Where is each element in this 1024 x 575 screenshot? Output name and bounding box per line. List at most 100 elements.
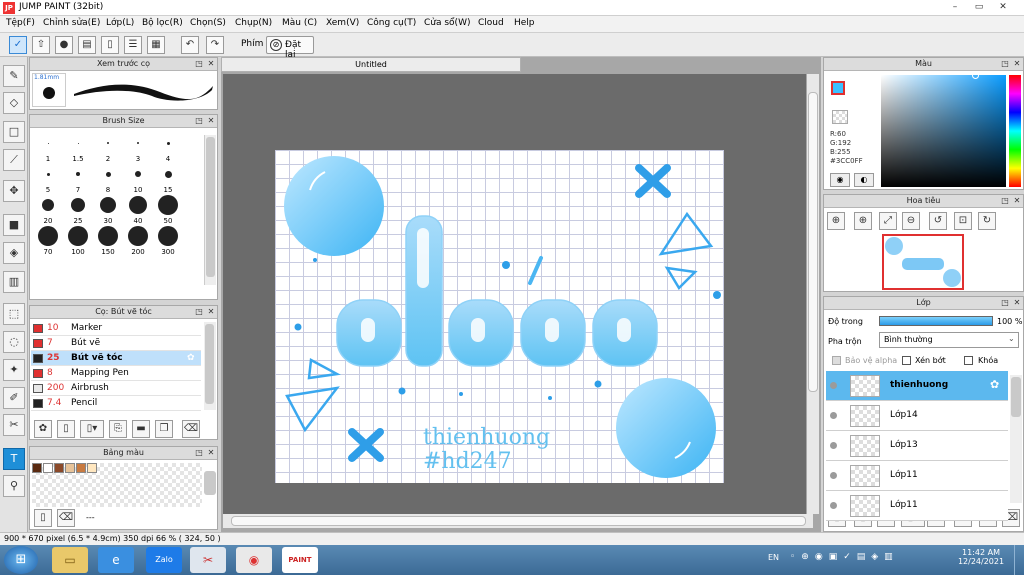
float-icon[interactable]: ◳ xyxy=(1000,59,1010,69)
brush-list-item[interactable]: 25 Bút vẽ tóc ✿ xyxy=(31,351,201,366)
float-icon[interactable]: ◳ xyxy=(194,448,204,458)
brush-size-option[interactable]: 7 xyxy=(63,164,93,194)
menu-item[interactable]: Màu (C) xyxy=(282,18,317,28)
text-tool-icon[interactable]: T xyxy=(3,448,25,470)
brush-size-option[interactable]: 3 xyxy=(123,133,153,163)
protect-alpha-checkbox[interactable] xyxy=(832,356,841,365)
vertical-scrollbar[interactable] xyxy=(807,74,819,514)
undo-icon[interactable]: ↶ xyxy=(181,36,199,54)
brush-size-option[interactable]: 5 xyxy=(33,164,63,194)
brush-size-option[interactable]: 8 xyxy=(93,164,123,194)
palette-swatch[interactable] xyxy=(43,463,53,473)
jump-paint-icon[interactable]: PAINT xyxy=(282,547,318,573)
brush-tool-icon[interactable]: ✎ xyxy=(3,65,25,87)
magic-wand-tool-icon[interactable]: ✦ xyxy=(3,359,25,381)
show-desktop-button[interactable] xyxy=(1014,545,1024,575)
brush-size-scrollbar[interactable] xyxy=(204,135,216,285)
reset-view-icon[interactable]: ⊡ xyxy=(954,212,972,230)
new-brush-icon[interactable]: ▯ xyxy=(57,420,75,438)
fit-window-icon[interactable]: ⤢ xyxy=(879,212,897,230)
panel-close-icon[interactable]: ✕ xyxy=(206,59,216,69)
brush-list-item[interactable]: 8 Mapping Pen xyxy=(31,366,201,381)
panel-close-icon[interactable]: ✕ xyxy=(206,448,216,458)
trash-icon[interactable]: ⌫ xyxy=(182,420,200,438)
rect-tool-icon[interactable]: □ xyxy=(3,121,25,143)
panel-close-icon[interactable]: ✕ xyxy=(1012,298,1022,308)
rotate-left-icon[interactable]: ↺ xyxy=(929,212,947,230)
gear-icon[interactable]: ✿ xyxy=(187,351,195,365)
picker-cursor[interactable] xyxy=(972,72,979,79)
layer-row[interactable]: Lớp11 xyxy=(826,491,1008,521)
scissors-icon[interactable]: ✂ xyxy=(190,547,226,573)
visibility-icon[interactable] xyxy=(830,472,837,479)
brush-size-option[interactable]: 70 xyxy=(33,226,63,256)
scroll-thumb[interactable] xyxy=(808,92,818,392)
eyedropper-icon[interactable]: ◉ xyxy=(830,173,850,187)
fill-rect-tool-icon[interactable]: ■ xyxy=(3,214,25,236)
brush-size-option[interactable]: 200 xyxy=(123,226,153,256)
close-button[interactable]: ✕ xyxy=(992,0,1014,14)
minimize-button[interactable]: – xyxy=(944,0,966,14)
menu-item[interactable]: Công cụ(T) xyxy=(367,18,416,28)
brush-size-option[interactable]: 25 xyxy=(63,195,93,225)
palette-swatch[interactable] xyxy=(87,463,97,473)
visibility-icon[interactable] xyxy=(830,442,837,449)
select-pen-tool-icon[interactable]: ✐ xyxy=(3,387,25,409)
gear-icon[interactable]: ✿ xyxy=(990,378,999,391)
lasso-tool-icon[interactable]: ◌ xyxy=(3,331,25,353)
palette-scroll-thumb[interactable] xyxy=(204,471,216,495)
layer-scrollbar[interactable] xyxy=(1010,375,1022,503)
brush-list-item[interactable]: 200 Airbrush xyxy=(31,381,201,396)
rotate-right-icon[interactable]: ↻ xyxy=(978,212,996,230)
transparent-swatch[interactable] xyxy=(832,110,848,124)
navigator-thumbnail[interactable] xyxy=(882,234,964,290)
chat-icon[interactable]: ▤ xyxy=(78,36,96,54)
panel-close-icon[interactable]: ✕ xyxy=(206,307,216,317)
scroll-thumb[interactable] xyxy=(231,516,806,526)
share-icon[interactable]: ⇧ xyxy=(32,36,50,54)
zalo-icon[interactable]: Zalo xyxy=(146,547,182,573)
start-button[interactable]: ⊞ xyxy=(4,546,38,574)
redo-icon[interactable]: ↷ xyxy=(206,36,224,54)
palette-swatch[interactable] xyxy=(32,463,42,473)
float-icon[interactable]: ◳ xyxy=(194,307,204,317)
zoom-fit-icon[interactable]: ⊕ xyxy=(854,212,872,230)
select-eraser-tool-icon[interactable]: ✂ xyxy=(3,414,25,436)
comment-icon[interactable]: ● xyxy=(55,36,73,54)
scroll-thumb[interactable] xyxy=(205,324,214,404)
list-icon[interactable]: ☰ xyxy=(124,36,142,54)
layer-row[interactable]: Lớp13 xyxy=(826,431,1008,461)
internet-explorer-icon[interactable]: e xyxy=(98,547,134,573)
zoom-in-icon[interactable]: ⊕ xyxy=(827,212,845,230)
menu-item[interactable]: Xem(V) xyxy=(326,18,359,28)
saturation-brightness-picker[interactable] xyxy=(881,72,1006,187)
select-rect-tool-icon[interactable]: ⬚ xyxy=(3,303,25,325)
menu-item[interactable]: Cửa sổ(W) xyxy=(424,18,470,28)
gradient-tool-icon[interactable]: ▥ xyxy=(3,271,25,293)
brush-size-option[interactable]: 1.5 xyxy=(63,133,93,163)
float-icon[interactable]: ◳ xyxy=(194,116,204,126)
panel-close-icon[interactable]: ✕ xyxy=(206,116,216,126)
visibility-icon[interactable] xyxy=(830,502,837,509)
panel-close-icon[interactable]: ✕ xyxy=(1012,196,1022,206)
brush-size-option[interactable]: 50 xyxy=(153,195,183,225)
brush-settings-icon[interactable]: ✿ xyxy=(34,420,52,438)
brush-list-item[interactable]: 7.4 Pencil xyxy=(31,396,201,411)
panel-close-icon[interactable]: ✕ xyxy=(1012,59,1022,69)
brush-size-option[interactable]: 2 xyxy=(93,133,123,163)
duplicate-icon[interactable]: ❐ xyxy=(155,420,173,438)
copy-brush-icon[interactable]: ⎘ xyxy=(109,420,127,438)
brush-size-option[interactable]: 4 xyxy=(153,133,183,163)
primary-color-swatch[interactable] xyxy=(831,81,845,95)
brush-size-option[interactable]: 10 xyxy=(123,164,153,194)
scroll-thumb[interactable] xyxy=(206,137,215,277)
reset-button[interactable]: ⊘ Đặt lại xyxy=(266,36,314,60)
brush-size-option[interactable]: 40 xyxy=(123,195,153,225)
menu-item[interactable]: Tệp(F) xyxy=(6,18,35,28)
eyedropper-tool-icon[interactable]: ⚲ xyxy=(3,475,25,497)
visibility-icon[interactable] xyxy=(830,412,837,419)
brush-size-option[interactable]: 100 xyxy=(63,226,93,256)
menu-item[interactable]: Chỉnh sửa(E) xyxy=(43,18,100,28)
hue-slider[interactable] xyxy=(1009,75,1021,187)
brush-menu-icon[interactable]: ▯▾ xyxy=(80,420,104,438)
